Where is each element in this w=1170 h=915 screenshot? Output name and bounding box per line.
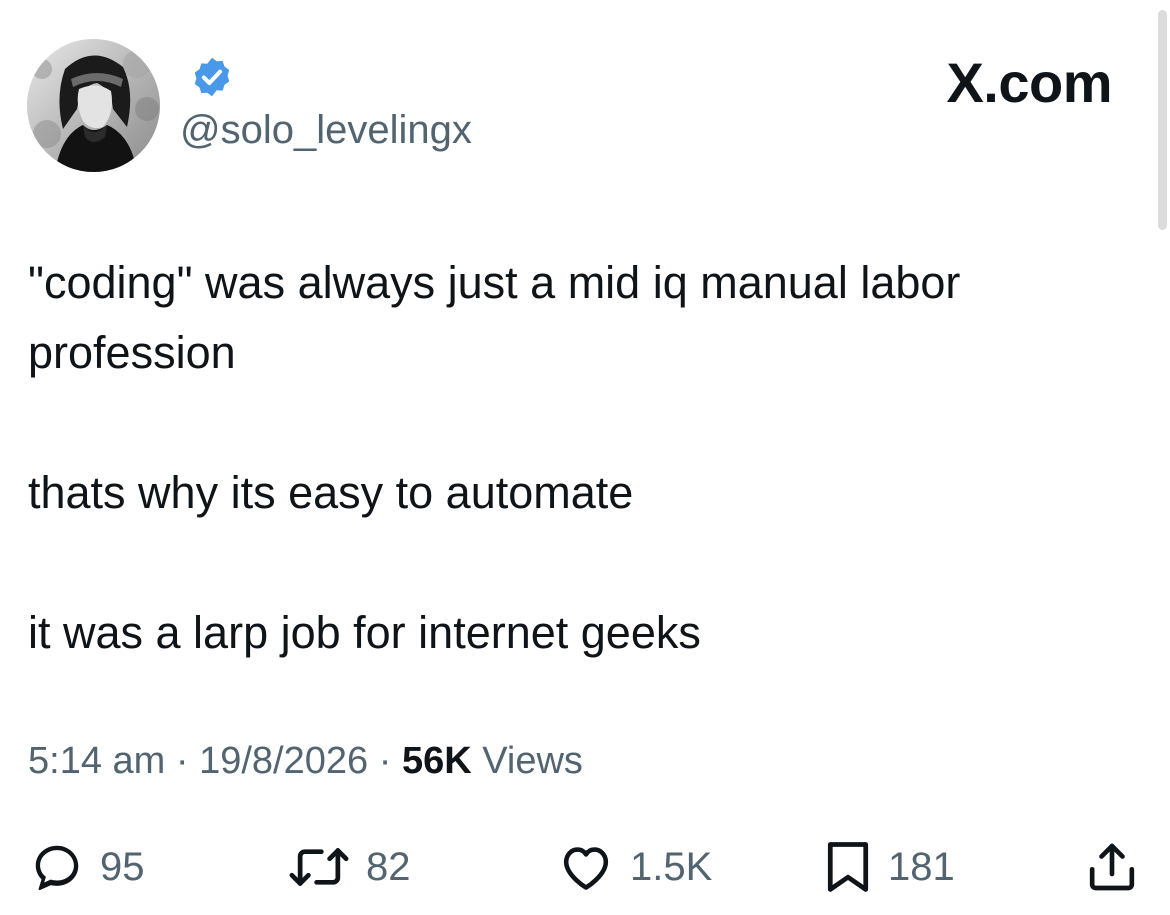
action-bar: 95 82 1.5K 181 [0, 832, 1170, 902]
tweet-paragraph-2: thats why its easy to automate [28, 467, 634, 518]
like-button[interactable]: 1.5K [556, 832, 712, 902]
repost-button[interactable]: 82 [286, 832, 411, 902]
tweet-text: "coding" was always just a mid iq manual… [28, 248, 1138, 668]
bookmark-button[interactable]: 181 [822, 832, 955, 902]
verified-icon [194, 57, 230, 97]
like-icon [563, 847, 609, 890]
tweet-meta: 5:14 am · 19/8/2026 · 56K Views [28, 740, 583, 783]
views-count: 56K [401, 740, 472, 782]
bookmark-icon [827, 842, 869, 892]
meta-separator: · [378, 740, 392, 782]
bookmark-count: 181 [888, 844, 955, 889]
tweet-time[interactable]: 5:14 am [28, 740, 165, 782]
tweet-paragraph-3: it was a larp job for internet geeks [28, 607, 701, 658]
repost-count: 82 [366, 844, 411, 889]
avatar-image [27, 39, 160, 172]
avatar[interactable] [27, 39, 160, 172]
meta-separator: · [175, 740, 189, 782]
reply-button[interactable]: 95 [28, 832, 145, 902]
reply-count: 95 [100, 844, 145, 889]
brand-logo-text: X.com [946, 51, 1112, 114]
share-icon [1089, 843, 1135, 891]
repost-icon [289, 848, 349, 886]
share-button[interactable] [1084, 832, 1140, 902]
tweet-paragraph-1: "coding" was always just a mid iq manual… [28, 257, 961, 378]
tweet-date[interactable]: 19/8/2026 [199, 740, 368, 782]
views-label: Views [482, 740, 583, 782]
like-count: 1.5K [630, 844, 713, 889]
user-handle[interactable]: @solo_levelingx [180, 108, 472, 153]
scrollbar[interactable] [1158, 10, 1167, 230]
reply-icon [35, 845, 79, 891]
tweet-screenshot: @solo_levelingx X.com "coding" was alway… [0, 0, 1170, 915]
